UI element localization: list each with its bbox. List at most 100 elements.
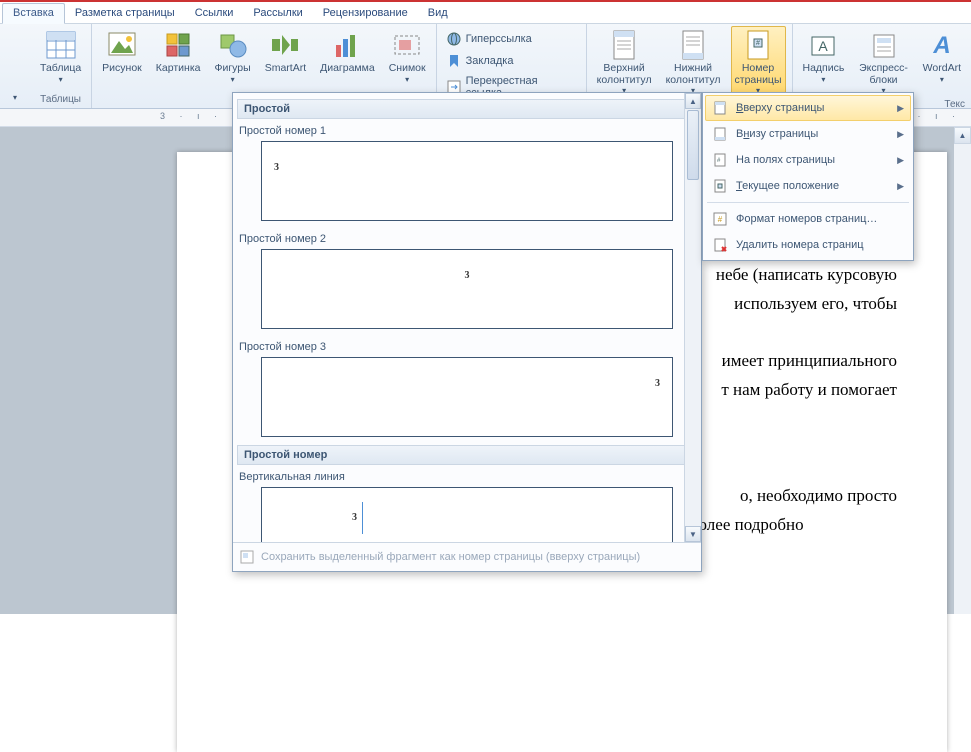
shapes-icon [217,29,249,61]
gallery-category-simple: Простой [237,99,697,119]
gallery-item-label: Простой номер 2 [237,229,697,247]
gallery-item-vertical-line[interactable]: 3 [261,487,673,542]
gallery-save-label: Сохранить выделенный фрагмент как номер … [261,551,640,563]
hyperlink-button[interactable]: Гиперссылка [443,29,535,49]
scrollbar-thumb[interactable] [687,110,699,180]
picture-icon [106,29,138,61]
header-icon [608,29,640,61]
chart-label: Диаграмма [320,63,375,75]
tab-mailings[interactable]: Рассылки [243,4,312,23]
menu-label: На полях страницы [736,154,835,166]
chevron-down-icon: ▾ [59,75,63,84]
hyperlink-label: Гиперссылка [466,33,532,45]
gallery-item-simple-1[interactable]: 3 [261,141,673,221]
gallery-item-simple-2[interactable]: 3 [261,249,673,329]
menu-bottom-of-page[interactable]: Внизу страницы ▶ [705,121,911,147]
svg-text:#: # [756,40,760,47]
smartart-button[interactable]: SmartArt [261,26,310,78]
header-button[interactable]: Верхний колонтитул ▾ [593,26,656,98]
save-selection-icon [239,549,255,565]
wordart-icon: A [926,29,958,61]
textbox-button[interactable]: A Надпись ▾ [799,26,849,87]
table-button[interactable]: Таблица ▾ [36,26,85,87]
footer-button[interactable]: Нижний колонтитул ▾ [662,26,725,98]
bookmark-icon [446,53,462,69]
wordart-button[interactable]: A WordArt ▾ [919,26,965,87]
tab-view[interactable]: Вид [418,4,458,23]
menu-label: Внизу страницы [736,128,818,140]
tab-page-layout[interactable]: Разметка страницы [65,4,185,23]
gallery-item-label: Простой номер 3 [237,337,697,355]
chart-button[interactable]: Диаграмма [316,26,379,78]
menu-page-margins[interactable]: # На полях страницы ▶ [705,147,911,173]
submenu-arrow-icon: ▶ [897,155,904,166]
svg-text:A: A [819,38,829,54]
smartart-icon [269,29,301,61]
hyperlink-icon [446,31,462,47]
menu-current-position[interactable]: Текущее положение ▶ [705,173,911,199]
chevron-down-icon: ▾ [821,75,825,84]
screenshot-icon [391,29,423,61]
wordart-label: WordArt [923,63,961,75]
table-label: Таблица [40,63,81,75]
page-number-label: Номер страницы [735,63,782,86]
quickparts-button[interactable]: Экспресс-блоки ▾ [854,26,912,98]
scroll-down-button[interactable]: ▼ [685,526,701,542]
screenshot-button[interactable]: Снимок ▾ [385,26,430,87]
page-bottom-icon [712,126,728,142]
shapes-label: Фигуры [214,63,250,75]
page-number-submenu: Вверху страницы ▶ Внизу страницы ▶ # На … [702,92,914,261]
submenu-arrow-icon: ▶ [897,129,904,140]
shapes-button[interactable]: Фигуры ▾ [210,26,254,87]
footer-icon [677,29,709,61]
menu-label: Формат номеров страниц… [736,213,877,225]
svg-text:A: A [932,32,950,59]
textbox-label: Надпись [803,63,845,75]
screenshot-label: Снимок [389,63,426,75]
picture-button[interactable]: Рисунок [98,26,146,78]
textbox-icon: A [807,29,839,61]
chevron-down-icon: ▾ [231,75,235,84]
clipart-icon [162,29,194,61]
svg-text:#: # [718,215,723,224]
page-number-icon: # [742,29,774,61]
chevron-down-icon[interactable]: ▾ [13,93,17,102]
tab-review[interactable]: Рецензирование [313,4,418,23]
menu-top-of-page[interactable]: Вверху страницы ▶ [705,95,911,121]
page-number-button[interactable]: # Номер страницы ▾ [731,26,786,98]
scroll-up-button[interactable]: ▲ [954,127,971,144]
gallery-item-simple-3[interactable]: 3 [261,357,673,437]
gallery-item-label: Простой номер 1 [237,121,697,139]
vertical-scrollbar[interactable]: ▲ [954,127,971,614]
group-tables-label: Таблицы [36,93,85,106]
current-position-icon [712,178,728,194]
menu-label: Удалить номера страниц [736,239,864,251]
menu-remove-page-numbers[interactable]: Удалить номера страниц [705,232,911,258]
scroll-up-button[interactable]: ▲ [685,93,701,109]
header-label: Верхний колонтитул [597,63,652,86]
page-margins-icon: # [712,152,728,168]
gallery-category-simple-num: Простой номер [237,445,697,465]
tab-insert[interactable]: Вставка [2,3,65,24]
clipart-button[interactable]: Картинка [152,26,205,78]
clipart-label: Картинка [156,63,201,75]
page-top-icon [712,100,728,116]
chevron-down-icon: ▾ [940,75,944,84]
tab-references[interactable]: Ссылки [185,4,244,23]
menu-label: Текущее положение [736,180,839,192]
format-icon: # [712,211,728,227]
gallery-scrollbar[interactable]: ▲ ▼ [684,93,701,542]
menu-label: Вверху страницы [736,102,824,114]
bookmark-button[interactable]: Закладка [443,51,517,71]
picture-label: Рисунок [102,63,142,75]
group-tables: Таблица ▾ Таблицы [30,24,92,108]
menu-format-page-numbers[interactable]: # Формат номеров страниц… [705,206,911,232]
gallery-save-selection[interactable]: Сохранить выделенный фрагмент как номер … [233,542,701,571]
ribbon-left-truncated: ▾ [0,24,30,109]
bookmark-label: Закладка [466,55,514,67]
ribbon-tabs: Вставка Разметка страницы Ссылки Рассылк… [0,2,971,24]
chevron-down-icon: ▾ [405,75,409,84]
chart-icon [331,29,363,61]
table-icon [45,29,77,61]
remove-icon [712,237,728,253]
